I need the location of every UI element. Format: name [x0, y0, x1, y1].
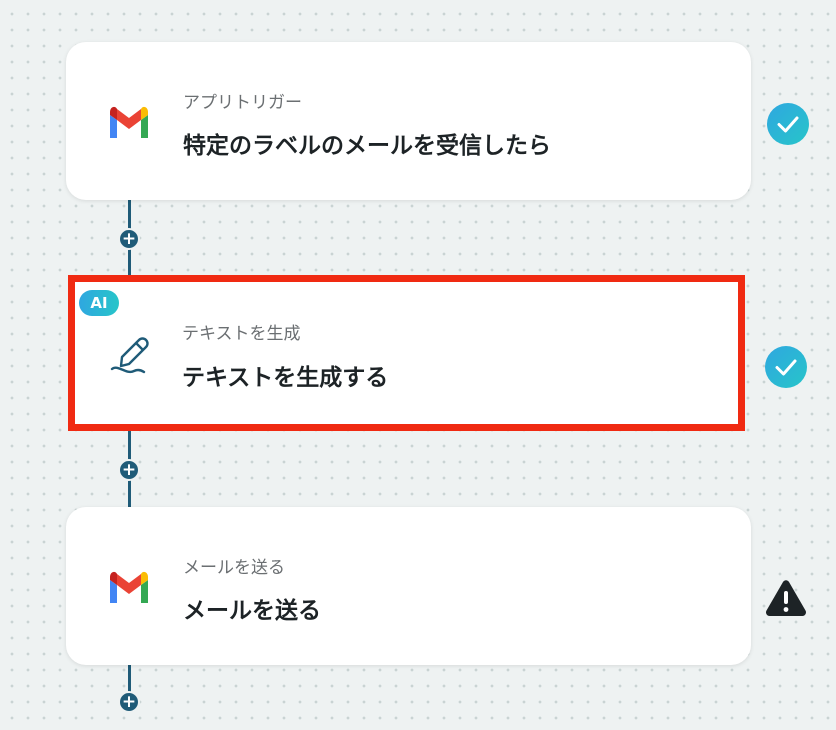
step-subtitle: テキストを生成: [182, 324, 301, 344]
step-title: テキストを生成する: [182, 365, 389, 391]
step-subtitle: メールを送る: [183, 558, 285, 578]
pen-icon: [108, 331, 154, 377]
add-step-button[interactable]: +: [118, 459, 140, 481]
gmail-icon: [106, 563, 152, 609]
step-title: メールを送る: [183, 598, 321, 624]
check-circle-icon: [766, 102, 810, 146]
add-step-button[interactable]: +: [118, 228, 140, 250]
flow-step-card[interactable]: アプリトリガー 特定のラベルのメールを受信したら: [66, 42, 751, 200]
ai-badge: AI: [79, 290, 119, 316]
flow-step-card[interactable]: メールを送る メールを送る: [66, 507, 751, 665]
add-step-button[interactable]: +: [118, 691, 140, 713]
warning-icon: [764, 576, 808, 620]
step-title: 特定のラベルのメールを受信したら: [183, 133, 551, 159]
gmail-icon: [106, 98, 152, 144]
flow-step-card-selected[interactable]: AI テキストを生成 テキストを生成する: [68, 275, 745, 431]
step-subtitle: アプリトリガー: [183, 93, 302, 113]
check-circle-icon: [764, 345, 808, 389]
